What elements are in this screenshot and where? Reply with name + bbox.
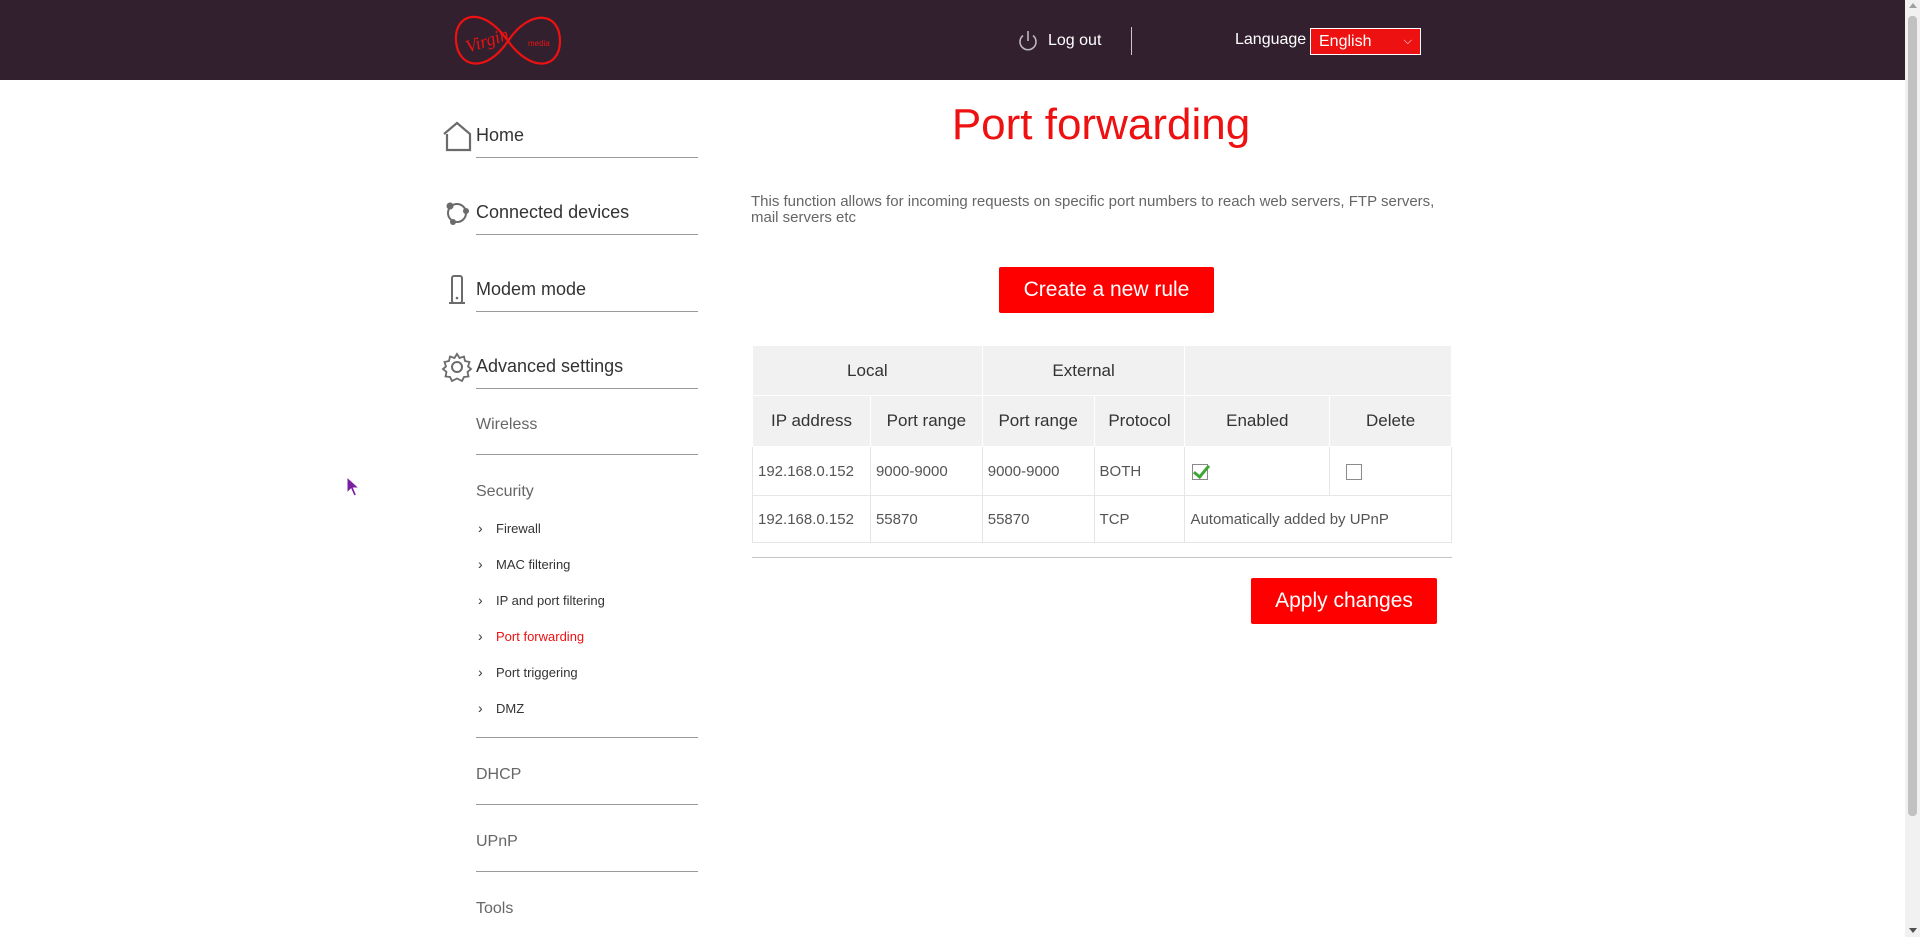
sidebar-item-label: MAC filtering: [496, 556, 571, 572]
cell-upnp-note: Automatically added by UPnP: [1184, 495, 1452, 543]
chevron-down-icon: ⌵: [1403, 35, 1412, 47]
sidebar-item-security[interactable]: Security: [476, 483, 534, 501]
sidebar-item-dmz[interactable]: › DMZ: [478, 700, 524, 716]
page-title: Port forwarding: [951, 100, 1251, 149]
group-header-empty: [1184, 345, 1452, 396]
cell-external-port-range: 9000-9000: [981, 446, 1095, 496]
sidebar-item-label: Firewall: [496, 520, 541, 536]
table-row: 192.168.0.152 9000-9000 9000-9000 BOTH: [752, 446, 1452, 496]
sidebar-item-connected-devices[interactable]: Connected devices: [440, 190, 698, 235]
port-forwarding-table: Local External IP address Port range Por…: [752, 345, 1452, 543]
modem-icon: [440, 273, 474, 307]
sidebar-item-home[interactable]: Home: [440, 113, 698, 158]
chevron-right-icon: ›: [478, 700, 483, 716]
virgin-media-logo[interactable]: Virgin media: [452, 4, 564, 78]
sidebar-item-tools[interactable]: Tools: [476, 900, 513, 918]
table-row: 192.168.0.152 55870 55870 TCP Automatica…: [752, 495, 1452, 543]
divider: [476, 871, 698, 872]
chevron-right-icon: ›: [478, 556, 483, 572]
svg-text:media: media: [528, 39, 550, 48]
power-icon: [1019, 31, 1037, 51]
enabled-checkbox[interactable]: [1192, 463, 1209, 480]
chevron-right-icon: ›: [478, 628, 483, 644]
column-header-local-port-range: Port range: [869, 395, 983, 447]
chevron-right-icon: ›: [478, 592, 483, 608]
devices-icon: [440, 196, 474, 230]
group-header-external: External: [981, 345, 1186, 396]
column-header-delete: Delete: [1329, 395, 1452, 447]
mouse-cursor-icon: [346, 476, 360, 497]
cell-delete: [1329, 446, 1452, 496]
sidebar-item-advanced-settings[interactable]: Advanced settings: [440, 344, 698, 389]
sidebar-item-dhcp[interactable]: DHCP: [476, 766, 521, 784]
language-label: Language: [1235, 31, 1307, 48]
divider: [752, 557, 1452, 558]
sidebar-item-label: IP and port filtering: [496, 592, 605, 608]
page: Virgin media Log out Language English ⌵ …: [0, 0, 1920, 937]
cell-external-port-range: 55870: [981, 495, 1095, 543]
cell-ip-address: 192.168.0.152: [752, 495, 871, 543]
divider: [476, 737, 698, 738]
scroll-up-arrow-icon[interactable]: [1909, 3, 1917, 8]
logout-label: Log out: [1048, 32, 1102, 49]
sidebar-item-wireless[interactable]: Wireless: [476, 416, 537, 434]
cell-local-port-range: 55870: [869, 495, 983, 543]
chevron-right-icon: ›: [478, 664, 483, 680]
sidebar-item-label: Port triggering: [496, 664, 578, 680]
cell-enabled: [1184, 446, 1331, 496]
cell-local-port-range: 9000-9000: [869, 446, 983, 496]
group-header-local: Local: [752, 345, 983, 396]
sidebar-item-label: Modem mode: [476, 279, 587, 299]
home-icon: [440, 119, 474, 153]
language-selected-value: English: [1319, 32, 1372, 50]
sidebar-item-label: Advanced settings: [476, 356, 624, 376]
cell-protocol: BOTH: [1093, 446, 1186, 496]
apply-changes-button[interactable]: Apply changes: [1251, 578, 1437, 624]
divider: [476, 454, 698, 455]
top-bar: Virgin media Log out Language English ⌵: [0, 0, 1905, 80]
delete-checkbox[interactable]: [1346, 463, 1363, 480]
sidebar-item-port-triggering[interactable]: › Port triggering: [478, 664, 578, 680]
sidebar-item-upnp[interactable]: UPnP: [476, 833, 518, 851]
column-header-enabled: Enabled: [1184, 395, 1331, 447]
divider: [476, 388, 698, 389]
sidebar-item-ip-and-port-filtering[interactable]: › IP and port filtering: [478, 592, 605, 608]
divider: [476, 311, 698, 312]
divider: [476, 804, 698, 805]
sidebar-item-mac-filtering[interactable]: › MAC filtering: [478, 556, 570, 572]
sidebar-item-firewall[interactable]: › Firewall: [478, 520, 541, 536]
create-new-rule-button[interactable]: Create a new rule: [999, 267, 1214, 313]
sidebar-item-modem-mode[interactable]: Modem mode: [440, 267, 698, 312]
page-description: This function allows for incoming reques…: [751, 193, 1435, 226]
column-header-ip-address: IP address: [752, 395, 871, 447]
logout-button[interactable]: Log out: [1016, 26, 1101, 56]
divider: [476, 157, 698, 158]
column-header-external-port-range: Port range: [981, 395, 1095, 447]
scrollbar-thumb[interactable]: [1908, 16, 1917, 816]
column-header-protocol: Protocol: [1093, 395, 1186, 447]
sidebar-item-label: Port forwarding: [496, 628, 585, 644]
chevron-right-icon: ›: [478, 520, 483, 536]
language-select[interactable]: English ⌵: [1310, 28, 1421, 55]
cell-protocol: TCP: [1093, 495, 1186, 543]
divider: [476, 234, 698, 235]
cell-ip-address: 192.168.0.152: [752, 446, 871, 496]
sidebar-item-port-forwarding[interactable]: › Port forwarding: [478, 628, 584, 644]
svg-text:Virgin: Virgin: [463, 24, 511, 57]
sidebar-item-label: DMZ: [496, 700, 525, 716]
header-divider: [1131, 27, 1132, 55]
sidebar-item-label: Home: [476, 125, 525, 145]
scroll-down-arrow-icon[interactable]: [1909, 928, 1917, 933]
sidebar-item-label: Connected devices: [476, 202, 630, 222]
gear-icon: [440, 350, 474, 384]
vertical-scrollbar[interactable]: [1905, 0, 1920, 937]
